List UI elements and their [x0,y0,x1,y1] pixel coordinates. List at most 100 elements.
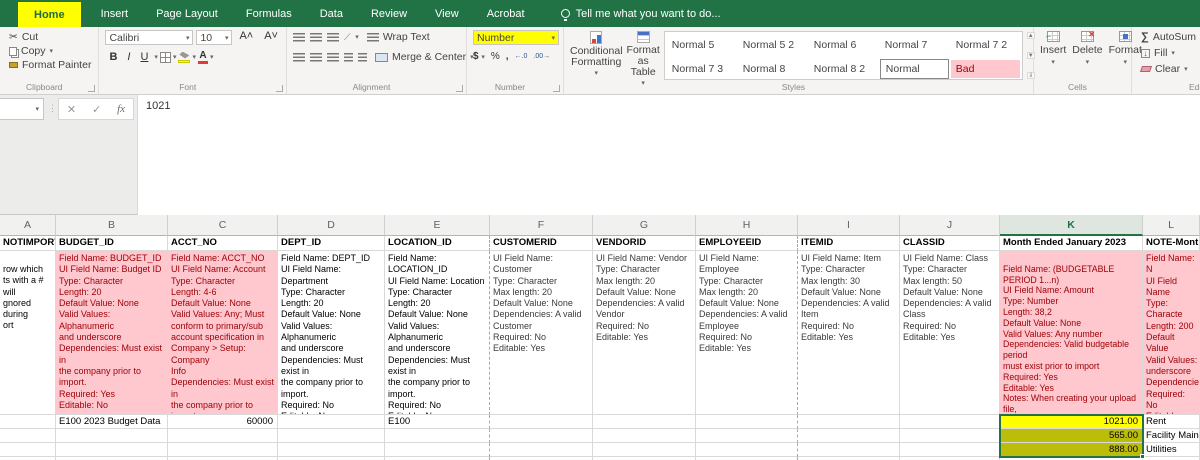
cell-k2[interactable]: Field Name: (BUDGETABLE PERIOD 1...n) UI… [1000,251,1143,415]
col-header-i[interactable]: I [798,215,900,236]
tab-insert[interactable]: Insert [87,0,143,27]
decrease-indent-icon[interactable] [344,53,353,62]
grow-font-button[interactable]: A˄ [235,30,257,45]
cell-j2[interactable]: UI Field Name: Class Type: Character Max… [900,251,1000,415]
style-normal-8-2[interactable]: Normal 8 2 [809,60,878,78]
col-header-k-selected[interactable]: K [1000,215,1143,236]
name-box-sizer[interactable]: ⋮ [48,103,56,114]
col-header-j[interactable]: J [900,215,1000,236]
cell-f3[interactable] [490,415,593,429]
col-header-f[interactable]: F [490,215,593,236]
col-header-h[interactable]: H [696,215,798,236]
name-box[interactable]: ▾ [0,98,44,120]
font-color-button[interactable]: A [198,50,208,64]
cell-e3[interactable]: E100 [385,415,490,429]
borders-dropdown[interactable]: ▾ [173,53,177,61]
cell-g3[interactable] [593,415,696,429]
cell-f2[interactable]: UI Field Name: Customer Type: Character … [490,251,593,415]
format-as-table-button[interactable]: Format as Table▾ [627,31,660,80]
tab-review[interactable]: Review [357,0,421,27]
style-normal-7-3[interactable]: Normal 7 3 [667,60,736,78]
cell-h1[interactable]: EMPLOYEEID [696,236,798,251]
cell-d5[interactable] [278,443,385,457]
cell-c4[interactable] [168,429,278,443]
cell-b3[interactable]: E100 2023 Budget Data [56,415,168,429]
cell-g5[interactable] [593,443,696,457]
col-header-e[interactable]: E [385,215,490,236]
align-right-icon[interactable] [327,53,339,62]
tell-me-box[interactable]: Tell me what you want to do... [539,0,721,27]
style-normal-6[interactable]: Normal 6 [809,36,878,54]
cell-h3[interactable] [696,415,798,429]
cell-k4[interactable]: 565.00 [1000,429,1143,443]
cell-g4[interactable] [593,429,696,443]
fill-color-dropdown[interactable]: ▾ [192,53,196,61]
align-left-icon[interactable] [293,53,305,62]
cell-e5[interactable] [385,443,490,457]
cell-k3-active[interactable]: 1021.00 [1000,415,1143,429]
cell-c2[interactable]: Field Name: ACCT_NO UI Field Name: Accou… [168,251,278,415]
delete-cells-button[interactable]: Delete▾ [1072,31,1102,80]
cell-l1[interactable]: NOTE-Mont [1143,236,1200,251]
cell-j5[interactable] [900,443,1000,457]
cell-k5[interactable]: 888.00 [1000,443,1143,457]
format-painter-button[interactable]: Format Painter [6,58,94,72]
tab-home[interactable]: Home [18,2,81,27]
cell-a5[interactable] [0,443,56,457]
shrink-font-button[interactable]: A˅ [260,30,282,45]
formula-input[interactable]: 1021 [137,95,1200,215]
borders-icon[interactable] [160,52,171,63]
cell-f5[interactable] [490,443,593,457]
cell-h5[interactable] [696,443,798,457]
cell-f4[interactable] [490,429,593,443]
col-header-c[interactable]: C [168,215,278,236]
cell-l4[interactable]: Facility Main [1143,429,1200,443]
clipboard-dialog-launcher[interactable] [88,85,95,92]
cell-d3[interactable] [278,415,385,429]
underline-button[interactable]: U [136,51,152,63]
cell-c3[interactable]: 60000 [168,415,278,429]
style-bad[interactable]: Bad [951,60,1020,78]
cell-a1[interactable]: NOTIMPORT [0,236,56,251]
cell-i2[interactable]: UI Field Name: Item Type: Character Max … [798,251,900,415]
cell-a4[interactable] [0,429,56,443]
cell-g2[interactable]: UI Field Name: Vendor Type: Character Ma… [593,251,696,415]
tab-data[interactable]: Data [306,0,357,27]
cell-l5[interactable]: Utilities [1143,443,1200,457]
cell-b5[interactable] [56,443,168,457]
align-top-icon[interactable] [293,33,305,42]
col-header-b[interactable]: B [56,215,168,236]
cell-e1[interactable]: LOCATION_ID [385,236,490,251]
tab-acrobat[interactable]: Acrobat [473,0,539,27]
cell-d4[interactable] [278,429,385,443]
fill-color-button[interactable] [178,52,190,63]
cell-i4[interactable] [798,429,900,443]
cell-j3[interactable] [900,415,1000,429]
cell-d1[interactable]: DEPT_ID [278,236,385,251]
align-middle-icon[interactable] [310,33,322,42]
cell-b2[interactable]: Field Name: BUDGET_ID UI Field Name: Bud… [56,251,168,415]
italic-button[interactable]: I [123,51,134,63]
font-color-dropdown[interactable]: ▾ [210,53,214,61]
merge-center-button[interactable]: Merge & Center▾ [372,50,477,64]
style-normal-selected[interactable]: Normal [880,59,949,79]
font-size-select[interactable]: 10▾ [196,30,232,45]
wrap-text-button[interactable]: Wrap Text [364,30,433,44]
align-center-icon[interactable] [310,53,322,62]
underline-dropdown[interactable]: ▾ [154,53,158,61]
cell-l2[interactable]: Field Name: N UI Field Name Type: Charac… [1143,251,1200,415]
cell-i3[interactable] [798,415,900,429]
tab-formulas[interactable]: Formulas [232,0,306,27]
insert-function-icon[interactable]: fx [117,103,125,115]
align-bottom-icon[interactable] [327,33,339,42]
percent-style-button[interactable]: % [491,51,500,62]
copy-button[interactable]: Copy▾ [6,44,94,58]
cell-h2[interactable]: UI Field Name: Employee Type: Character … [696,251,798,415]
cell-i1[interactable]: ITEMID [798,236,900,251]
clear-button[interactable]: Clear▾ [1138,62,1200,76]
col-header-a[interactable]: A [0,215,56,236]
fill-button[interactable]: ↓Fill▾ [1138,46,1200,60]
bold-button[interactable]: B [105,51,121,63]
insert-cells-button[interactable]: Insert▾ [1040,31,1066,80]
tab-page-layout[interactable]: Page Layout [142,0,232,27]
